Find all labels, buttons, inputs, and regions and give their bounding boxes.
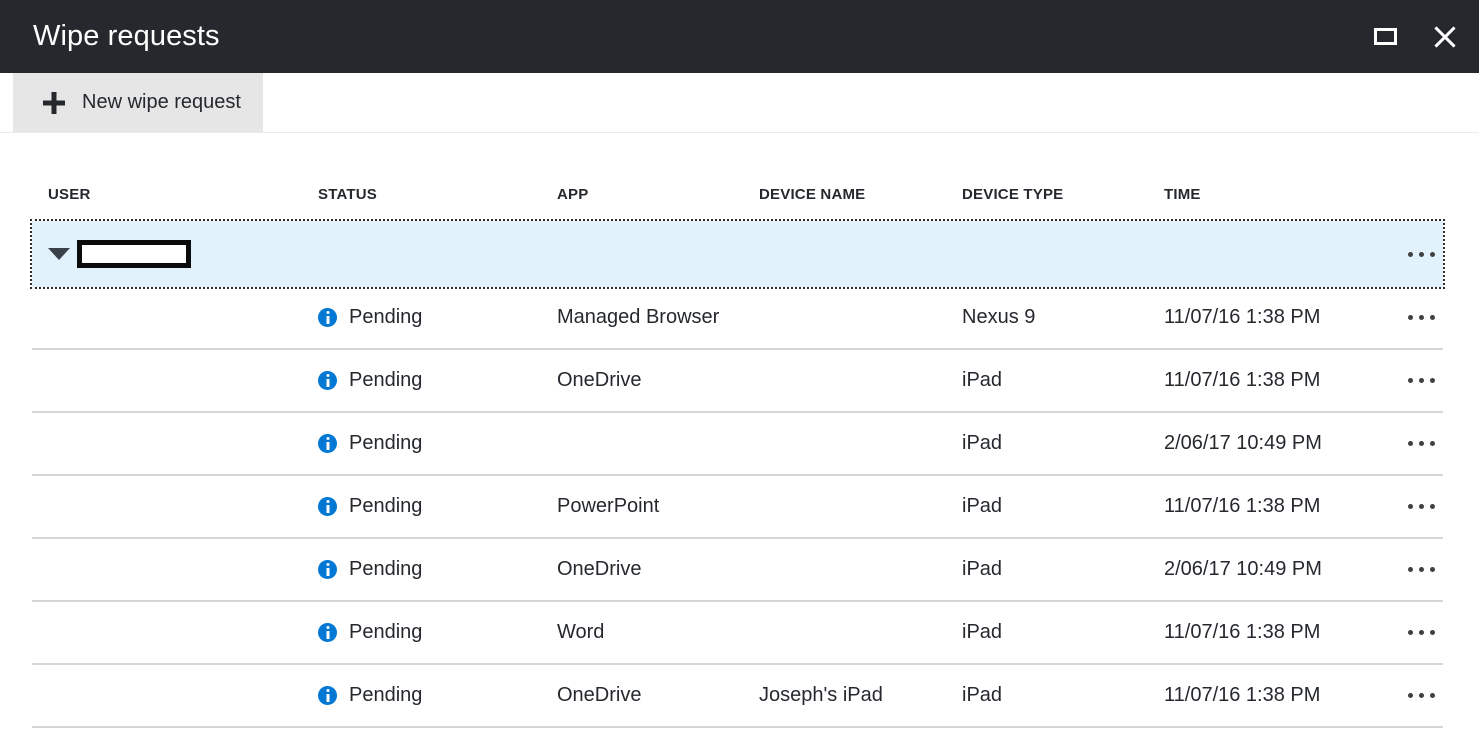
row-context-menu[interactable]	[1400, 665, 1443, 726]
page-title: Wipe requests	[33, 22, 220, 51]
blade-titlebar: Wipe requests	[0, 0, 1479, 73]
table-body: Pending Managed Browser Nexus 9 11/07/16 1:…	[0, 287, 1479, 728]
cell-status: Pending	[318, 539, 422, 600]
cell-device-type: iPad	[962, 602, 1002, 663]
cell-device-type: iPad	[962, 350, 1002, 411]
status-label: Pending	[349, 495, 422, 518]
cell-app: OneDrive	[557, 539, 641, 600]
column-header-device-type[interactable]: DEVICE TYPE	[962, 167, 1063, 221]
table-row[interactable]: Pending OneDrive Joseph's iPad iPad 11/07/16…	[32, 665, 1443, 728]
column-header-status[interactable]: STATUS	[318, 167, 377, 221]
command-bar: New wipe request	[0, 73, 1479, 133]
table-row[interactable]: Pending iPad 2/06/17 10:49 PM	[32, 413, 1443, 476]
cell-app: Managed Browser	[557, 287, 719, 348]
cell-time: 11/07/16 1:38 PM	[1164, 287, 1320, 348]
info-icon	[318, 371, 337, 390]
group-expand-toggle[interactable]	[48, 221, 191, 287]
cell-device-name: Joseph's iPad	[759, 665, 883, 726]
cell-app: Word	[557, 602, 604, 663]
cell-device-type: iPad	[962, 665, 1002, 726]
plus-icon	[43, 92, 65, 114]
cell-status: Pending	[318, 476, 422, 537]
table-row[interactable]: Pending Managed Browser Nexus 9 11/07/16 1:…	[32, 287, 1443, 350]
status-label: Pending	[349, 369, 422, 392]
ellipsis-icon[interactable]	[1400, 242, 1443, 267]
cell-status: Pending	[318, 287, 422, 348]
info-icon	[318, 308, 337, 327]
cell-time: 2/06/17 10:49 PM	[1164, 539, 1322, 600]
cell-status: Pending	[318, 350, 422, 411]
cell-time: 11/07/16 1:38 PM	[1164, 602, 1320, 663]
chevron-down-icon	[48, 248, 70, 260]
info-icon	[318, 623, 337, 642]
table-row[interactable]: Pending OneDrive iPad 2/06/17 10:49 PM	[32, 539, 1443, 602]
table-header-row: USER STATUS APP DEVICE NAME DEVICE TYPE …	[32, 167, 1443, 221]
cell-app: PowerPoint	[557, 476, 659, 537]
cell-device-type: Nexus 9	[962, 287, 1035, 348]
cell-device-type: iPad	[962, 413, 1002, 474]
titlebar-actions	[1365, 0, 1465, 73]
info-icon	[318, 434, 337, 453]
new-wipe-request-button[interactable]: New wipe request	[13, 73, 263, 132]
cell-app: OneDrive	[557, 350, 641, 411]
wipe-requests-grid: USER STATUS APP DEVICE NAME DEVICE TYPE …	[0, 133, 1479, 728]
cell-time: 11/07/16 1:38 PM	[1164, 665, 1320, 726]
column-header-user[interactable]: USER	[48, 167, 90, 221]
column-header-device-name[interactable]: DEVICE NAME	[759, 167, 865, 221]
close-icon	[1433, 25, 1457, 49]
restore-window-icon	[1374, 28, 1397, 45]
ellipsis-icon[interactable]	[1400, 305, 1443, 330]
ellipsis-icon[interactable]	[1400, 431, 1443, 456]
user-name-redacted	[77, 240, 191, 268]
row-context-menu[interactable]	[1400, 602, 1443, 663]
table-row[interactable]: Pending OneDrive iPad 11/07/16 1:38 PM	[32, 350, 1443, 413]
row-context-menu[interactable]	[1400, 413, 1443, 474]
column-header-time[interactable]: TIME	[1164, 167, 1201, 221]
cell-app: OneDrive	[557, 665, 641, 726]
status-label: Pending	[349, 306, 422, 329]
close-button[interactable]	[1425, 17, 1465, 57]
cell-status: Pending	[318, 602, 422, 663]
table-row[interactable]: Pending PowerPoint iPad 11/07/16 1:38 PM	[32, 476, 1443, 539]
row-context-menu[interactable]	[1400, 350, 1443, 411]
status-label: Pending	[349, 558, 422, 581]
row-context-menu[interactable]	[1400, 287, 1443, 348]
ellipsis-icon[interactable]	[1400, 683, 1443, 708]
ellipsis-icon[interactable]	[1400, 620, 1443, 645]
cell-device-type: iPad	[962, 539, 1002, 600]
row-context-menu[interactable]	[1400, 539, 1443, 600]
cell-device-type: iPad	[962, 476, 1002, 537]
status-label: Pending	[349, 432, 422, 455]
cell-time: 11/07/16 1:38 PM	[1164, 476, 1320, 537]
cell-time: 11/07/16 1:38 PM	[1164, 350, 1320, 411]
row-context-menu[interactable]	[1400, 476, 1443, 537]
info-icon	[318, 560, 337, 579]
new-wipe-request-label: New wipe request	[82, 91, 241, 114]
table-row[interactable]: Pending Word iPad 11/07/16 1:38 PM	[32, 602, 1443, 665]
table-group-row-selected[interactable]	[32, 221, 1443, 287]
info-icon	[318, 686, 337, 705]
ellipsis-icon[interactable]	[1400, 557, 1443, 582]
status-label: Pending	[349, 684, 422, 707]
cell-time: 2/06/17 10:49 PM	[1164, 413, 1322, 474]
ellipsis-icon[interactable]	[1400, 494, 1443, 519]
cell-status: Pending	[318, 665, 422, 726]
info-icon	[318, 497, 337, 516]
ellipsis-icon[interactable]	[1400, 368, 1443, 393]
row-context-menu[interactable]	[1400, 221, 1443, 287]
restore-window-button[interactable]	[1365, 17, 1405, 57]
status-label: Pending	[349, 621, 422, 644]
cell-status: Pending	[318, 413, 422, 474]
column-header-app[interactable]: APP	[557, 167, 588, 221]
